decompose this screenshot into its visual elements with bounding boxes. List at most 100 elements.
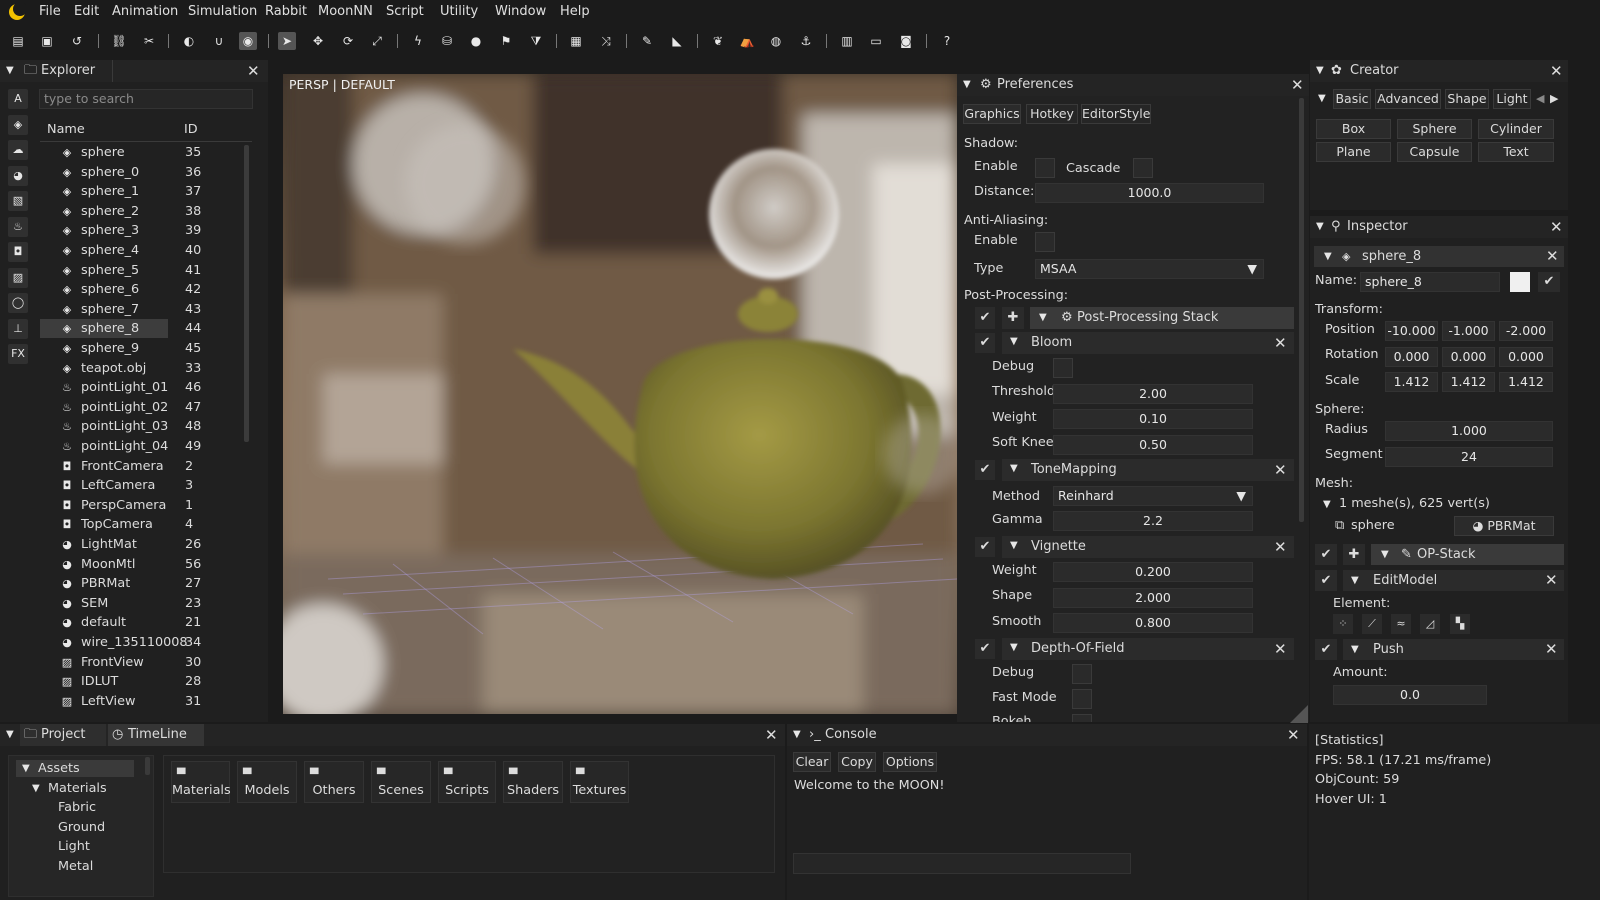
resize-grip-icon[interactable] <box>1290 705 1308 723</box>
edge-mode-icon[interactable]: ⟋ <box>1362 614 1382 634</box>
collapse-icon[interactable]: ▼ <box>793 724 801 746</box>
tab-advanced[interactable]: Advanced <box>1375 89 1441 109</box>
create-sphere-button[interactable]: Sphere <box>1397 119 1472 139</box>
menu-moonnn[interactable]: MoonNN <box>318 4 373 19</box>
collapse-icon[interactable]: ▼ <box>6 60 14 82</box>
explorer-row[interactable]: ◘ PerspCamera 1 <box>40 496 245 515</box>
viewport-label[interactable]: PERSP | DEFAULT <box>289 77 395 92</box>
preferences-scrollbar[interactable] <box>1299 98 1304 522</box>
move-icon[interactable]: ✥ <box>309 32 327 50</box>
object-mode-icon[interactable]: ▚ <box>1450 614 1470 634</box>
menu-rabbit[interactable]: Rabbit <box>265 4 307 19</box>
gamma-field[interactable]: 2.2 <box>1053 511 1253 531</box>
amount-field[interactable]: 0.0 <box>1333 685 1487 705</box>
help-icon[interactable]: ? <box>938 32 956 50</box>
console-options-button[interactable]: Options <box>883 752 937 772</box>
vignette-check-icon[interactable]: ✔ <box>975 537 995 557</box>
folder-tile[interactable]: ▀ Scenes <box>371 761 431 803</box>
close-icon[interactable]: ✕ <box>1545 570 1558 591</box>
folder-tile[interactable]: ▀ Models <box>237 761 297 803</box>
close-icon[interactable]: ✕ <box>1274 461 1287 479</box>
smooth-field[interactable]: 0.800 <box>1053 613 1253 633</box>
explorer-row[interactable]: ◘ TopCamera 4 <box>40 515 245 534</box>
vignette-weight-field[interactable]: 0.200 <box>1053 562 1253 582</box>
folder-tile[interactable]: ▀ Shaders <box>503 761 563 803</box>
shading-mode[interactable]: DEFAULT <box>341 77 395 92</box>
distance-field[interactable]: 1000.0 <box>1035 183 1264 203</box>
editmodel-check-icon[interactable]: ✔ <box>1315 570 1337 591</box>
select-arrow-icon[interactable]: ➤ <box>278 32 296 50</box>
explorer-row[interactable]: ▨ FrontView 30 <box>40 653 245 672</box>
collapse-icon[interactable]: ▼ <box>1351 570 1359 591</box>
asset-tree-item[interactable]: Metal <box>16 858 134 875</box>
explorer-row[interactable]: ◈ sphere_3 39 <box>40 221 245 240</box>
bloom-weight-field[interactable]: 0.10 <box>1053 409 1253 429</box>
dof-header[interactable]: ▼ Depth-Of-Field ✕ <box>1002 638 1294 660</box>
link-icon[interactable]: ⛓ <box>110 32 128 50</box>
material-button[interactable]: ◕ PBRMat <box>1454 516 1554 536</box>
scroll-right-icon[interactable]: ▶ <box>1550 92 1558 105</box>
explorer-row[interactable]: ▨ IDLUT 28 <box>40 672 245 691</box>
collapse-icon[interactable]: ▼ <box>1010 642 1018 653</box>
face-mode-icon[interactable]: ◿ <box>1420 614 1440 634</box>
editmodel-header[interactable]: ▼ EditModel ✕ <box>1343 570 1564 591</box>
column-header-id[interactable]: ID <box>184 122 198 137</box>
explorer-row[interactable]: ◈ sphere_7 43 <box>40 300 245 319</box>
tab-basic[interactable]: Basic <box>1333 89 1371 109</box>
fx-side-icon[interactable]: FX <box>8 344 28 364</box>
scale-icon[interactable]: ⤢ <box>368 32 386 50</box>
asset-tree-item[interactable]: ▼ Assets <box>16 760 134 777</box>
collapse-icon[interactable]: ▼ <box>1039 307 1047 329</box>
explorer-row[interactable]: ◈ sphere 35 <box>40 143 245 162</box>
tab-project[interactable]: 🗀 Project <box>20 724 106 746</box>
close-icon[interactable]: ✕ <box>765 724 778 746</box>
lightning-icon[interactable]: ϟ <box>409 32 427 50</box>
rotation-y[interactable]: 0.000 <box>1442 347 1495 367</box>
tent-icon[interactable]: ⛺ <box>738 32 756 50</box>
folder-tile[interactable]: ▀ Materials <box>171 761 231 803</box>
folder-tile[interactable]: ▀ Others <box>304 761 364 803</box>
console-input[interactable] <box>793 853 1131 874</box>
scale-x[interactable]: 1.412 <box>1385 372 1438 392</box>
collapse-icon[interactable]: ▼ <box>1318 93 1326 104</box>
loop-mode-icon[interactable]: ≈ <box>1391 614 1411 634</box>
create-capsule-button[interactable]: Capsule <box>1397 142 1472 162</box>
cube-side-icon[interactable]: ◈ <box>8 115 28 135</box>
collapse-icon[interactable]: ▼ <box>963 74 971 96</box>
bloom-check-icon[interactable]: ✔ <box>975 333 995 353</box>
rotate-icon[interactable]: ⟳ <box>339 32 357 50</box>
explorer-row[interactable]: ◕ MoonMtl 56 <box>40 555 245 574</box>
brush-icon[interactable]: ✎ <box>638 32 656 50</box>
collapse-icon[interactable]: ▼ <box>1010 540 1018 551</box>
position-z[interactable]: -2.000 <box>1499 321 1553 341</box>
pp-stack-header[interactable]: ▼ ⚙ Post-Processing Stack <box>1030 307 1294 329</box>
toggle-icon[interactable]: ◐ <box>180 32 198 50</box>
search-input[interactable]: type to search <box>39 89 253 109</box>
tab-shape[interactable]: Shape <box>1445 89 1489 109</box>
rotation-z[interactable]: 0.000 <box>1499 347 1553 367</box>
menu-edit[interactable]: Edit <box>74 4 99 19</box>
explorer-row[interactable]: ◈ sphere_4 40 <box>40 241 245 260</box>
add-icon[interactable]: ✚ <box>1002 307 1024 329</box>
method-select[interactable]: Reinhard ▼ <box>1053 486 1253 506</box>
push-header[interactable]: ▼ Push ✕ <box>1343 639 1564 660</box>
explorer-row[interactable]: ◈ teapot.obj 33 <box>40 359 245 378</box>
scale-y[interactable]: 1.412 <box>1442 372 1495 392</box>
terrain-icon[interactable]: ◣ <box>668 32 686 50</box>
opstack-check-icon[interactable]: ✔ <box>1315 544 1337 565</box>
push-check-icon[interactable]: ✔ <box>1315 639 1337 660</box>
shuffle-icon[interactable]: ⤨ <box>597 32 615 50</box>
explorer-row[interactable]: ▨ LeftView 31 <box>40 692 245 711</box>
viewport-3d[interactable]: PERSP | DEFAULT <box>283 74 957 714</box>
magnet-icon[interactable]: ∪ <box>210 32 228 50</box>
bubble-side-icon[interactable]: ◯ <box>8 293 28 313</box>
threshold-field[interactable]: 2.00 <box>1053 384 1253 404</box>
explorer-row[interactable]: ◈ sphere_5 41 <box>40 261 245 280</box>
create-cylinder-button[interactable]: Cylinder <box>1478 119 1554 139</box>
shape-field[interactable]: 2.000 <box>1053 588 1253 608</box>
cloud-side-icon[interactable]: ☁ <box>8 140 28 160</box>
explorer-row[interactable]: ◕ LightMat 26 <box>40 535 245 554</box>
scroll-left-icon[interactable]: ◀ <box>1536 92 1544 105</box>
drop-icon[interactable]: ● <box>467 32 485 50</box>
aa-enable-checkbox[interactable] <box>1035 232 1055 252</box>
